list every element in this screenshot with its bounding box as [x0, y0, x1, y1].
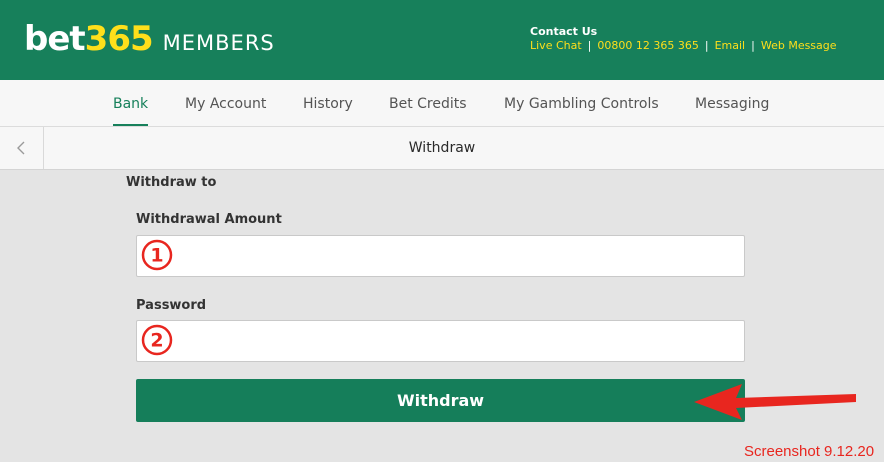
back-button[interactable]: [0, 127, 44, 169]
nav-item-bet-credits[interactable]: Bet Credits: [389, 80, 467, 126]
circled-number-one-icon: 1: [141, 239, 173, 271]
withdrawal-amount-input[interactable]: [181, 236, 740, 278]
site-header: bet 365 MEMBERS Contact Us Live Chat | 00800…: [0, 0, 884, 80]
separator: |: [587, 39, 592, 52]
nav-item-label: Bank: [113, 96, 149, 112]
password-label: Password: [136, 298, 207, 313]
screenshot-date-note: Screenshot 9.12.20: [744, 443, 875, 460]
chevron-left-icon: [17, 141, 25, 155]
contact-links: Live Chat | 00800 12 365 365 | Email | Web Mes…: [530, 39, 837, 53]
withdrawal-amount-label: Withdrawal Amount: [136, 212, 282, 227]
contact-us: Contact Us Live Chat | 00800 12 365 365 | Em…: [530, 25, 837, 53]
nav-item-label: Bet Credits: [389, 96, 467, 112]
bet365-members-logo[interactable]: bet 365 MEMBERS: [24, 19, 275, 59]
nav-item-gambling-controls[interactable]: My Gambling Controls: [504, 80, 659, 126]
main-nav: Bank My Account History Bet Credits My G…: [0, 80, 884, 127]
nav-item-bank[interactable]: Bank: [113, 80, 149, 126]
logo-365-text: 365: [84, 19, 154, 59]
password-input[interactable]: [181, 321, 740, 363]
contact-title: Contact Us: [530, 25, 598, 38]
red-arrow-left-icon: [694, 384, 856, 420]
page-title: Withdraw: [408, 140, 476, 156]
email-link[interactable]: Email: [715, 39, 746, 52]
svg-text:1: 1: [150, 245, 163, 267]
separator: |: [704, 39, 709, 52]
nav-item-messaging[interactable]: Messaging: [695, 80, 769, 126]
logo-bet-text: bet: [24, 19, 86, 59]
nav-item-label: History: [303, 96, 353, 112]
circled-number-two-icon: 2: [141, 324, 173, 356]
phone-number-link[interactable]: 00800 12 365 365: [597, 39, 698, 52]
active-tab-indicator: [113, 124, 149, 126]
password-field[interactable]: 2: [136, 320, 745, 363]
nav-item-label: My Gambling Controls: [504, 96, 659, 112]
logo-members-text: MEMBERS: [162, 31, 275, 55]
live-chat-link[interactable]: Live Chat: [530, 39, 582, 52]
withdrawal-amount-field[interactable]: 1: [136, 235, 745, 278]
nav-item-my-account[interactable]: My Account: [185, 80, 266, 126]
separator: |: [751, 39, 755, 52]
svg-text:2: 2: [150, 330, 163, 352]
page-title-bar: Withdraw: [0, 127, 884, 170]
withdraw-button[interactable]: Withdraw: [136, 379, 745, 422]
nav-item-history[interactable]: History: [303, 80, 353, 126]
nav-item-label: My Account: [185, 96, 267, 112]
nav-item-label: Messaging: [695, 96, 770, 112]
web-message-link[interactable]: Web Message: [761, 39, 837, 52]
withdraw-to-label: Withdraw to: [126, 175, 217, 190]
